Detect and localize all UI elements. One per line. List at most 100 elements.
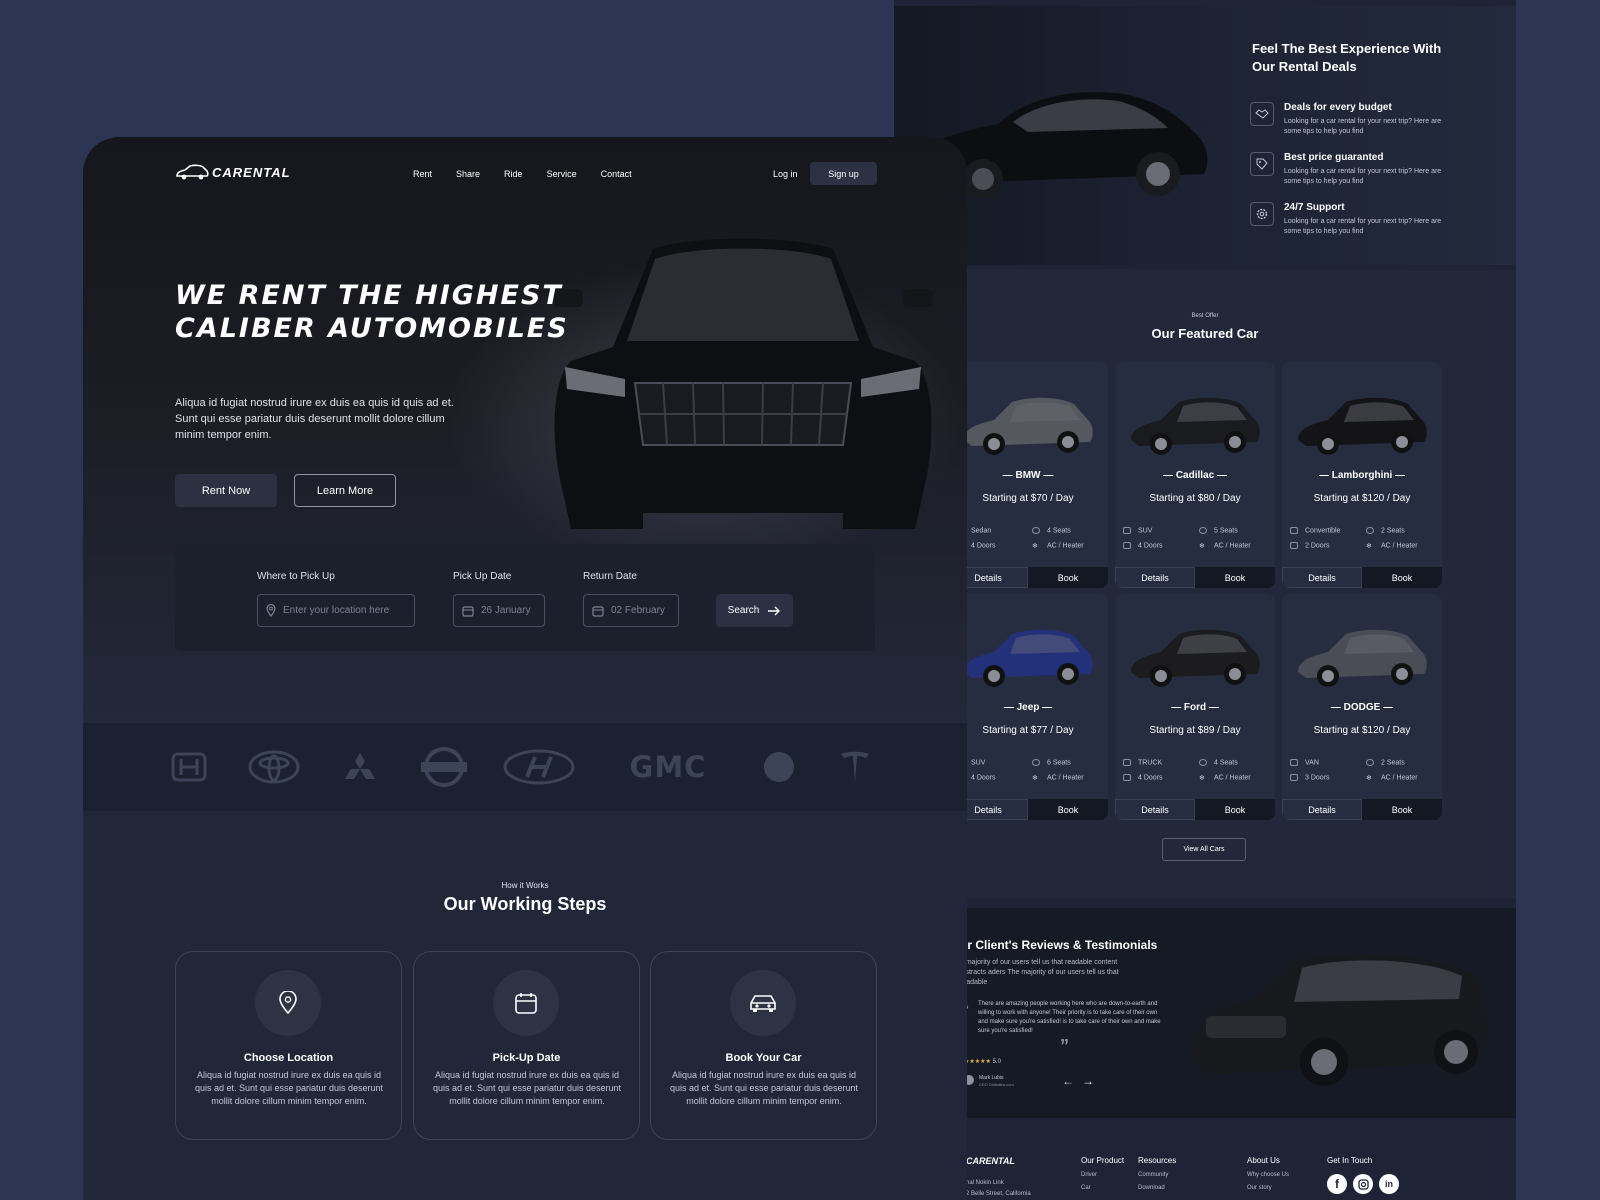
book-button[interactable]: Book [1195,567,1275,588]
next-arrow-icon[interactable]: → [1082,1074,1094,1088]
feature-title: Deals for every budget [1284,102,1392,113]
car-logo-icon [176,164,209,180]
steps-title: Our Working Steps [443,894,607,914]
door-icon [1123,774,1131,781]
footer-link[interactable]: Community [1138,1172,1176,1178]
rent-now-button[interactable]: Rent Now [175,474,277,507]
footer: CARENTAL nal Nokin Link 2 Belle Street, … [894,1120,1516,1200]
booking-search-panel: Where to Pick Up Enter your location her… [175,544,875,651]
car-spec-ac: ❄ AC / Heater [1366,774,1418,782]
car-doors: 4 Doors [971,774,996,782]
testimonials-title: ur Client's Reviews & Testimonials [960,938,1158,952]
car-price: Starting at $70 / Day [982,493,1074,504]
footer-col: About Us Why choose Us Our story [1247,1156,1289,1191]
nav-item-rent[interactable]: Rent [413,169,432,179]
pickup-date-field[interactable]: 26 January [453,594,545,627]
car-name: — BMW — [1002,470,1054,481]
details-button[interactable]: Details [1282,567,1362,588]
nav-item-share[interactable]: Share [456,169,480,179]
seats-icon [1366,527,1374,534]
car-price: Starting at $120 / Day [1313,493,1411,504]
footer-col-title: Our Product [1081,1156,1125,1165]
logo[interactable]: CARENTAL [175,164,291,180]
view-all-cars-button[interactable]: View All Cars [1162,838,1246,861]
car-seats: 6 Seats [1047,759,1071,767]
hero-lead: Aliqua id fugiat nostrud irure ex duis e… [175,397,454,441]
front-page: CARENTAL Rent Share Ride Service Contact… [83,137,967,1200]
calendar-icon [493,970,559,1036]
car-type-icon [1290,527,1298,534]
login-link[interactable]: Log in [773,169,798,179]
car-doors: 4 Doors [1138,542,1163,550]
book-button[interactable]: Book [1362,567,1442,588]
car-spec-seats: 4 Seats [1032,527,1071,534]
footer-col-title: About Us [1247,1156,1280,1165]
return-date-field[interactable]: 02 February [583,594,679,627]
social-links: f in [1327,1174,1399,1194]
testimonials-subtitle: e majority of our users tell us that rea… [960,959,1119,986]
car-price: Starting at $80 / Day [1149,493,1241,504]
logo-text: CARENTAL [212,164,291,180]
toyota-logo-icon [248,750,300,784]
testimonials-section: ur Client's Reviews & Testimonials e maj… [894,908,1516,1118]
book-button[interactable]: Book [1195,799,1275,820]
car-actions: Details Book [1282,567,1442,588]
car-image [1298,397,1427,455]
book-button[interactable]: Book [1362,799,1442,820]
footer-link[interactable]: Why choose Us [1247,1172,1289,1178]
car-seats: 2 Seats [1381,527,1405,535]
instagram-icon[interactable] [1353,1174,1373,1194]
snowflake-icon: ❄ [1199,775,1205,782]
car-doors: 2 Doors [1305,542,1330,550]
learn-more-button[interactable]: Learn More [294,474,396,507]
car-seats: 2 Seats [1381,759,1405,767]
footer-link[interactable]: Our story [1247,1185,1289,1191]
seats-icon [1366,759,1374,766]
linkedin-icon[interactable]: in [1379,1174,1399,1194]
book-button[interactable]: Book [1028,567,1108,588]
feature-title: Best price guaranted [1284,152,1384,163]
facebook-icon[interactable]: f [1327,1174,1347,1194]
nav-item-ride[interactable]: Ride [504,169,523,179]
footer-link[interactable]: Download [1138,1185,1176,1191]
car-actions: Details Book [948,567,1108,588]
map-pin-icon [266,604,276,617]
footer-link[interactable]: Car [1081,1185,1124,1191]
experience-section: Feel The Best Experience With Our Rental… [894,6,1516,265]
door-icon [1290,542,1298,549]
car-price: Starting at $89 / Day [1149,725,1241,736]
step-desc: Aliqua id fugiat nostrud irure ex duis e… [194,1070,384,1106]
step-desc: Aliqua id fugiat nostrud irure ex duis e… [669,1070,859,1106]
featured-cars-section: Best Offer Our Featured Car — BMW — Start… [894,270,1516,898]
feature-desc: Looking for a car rental for your next t… [1284,218,1442,235]
car-ac: AC / Heater [1214,774,1251,782]
testimonial-quote: There are amazing people working here wh… [978,1001,1161,1034]
search-button-label: Search [727,605,760,616]
signup-button[interactable]: Sign up [810,162,877,185]
footer-address: nal Nokin Link [966,1180,1004,1186]
prev-arrow-icon[interactable]: ← [1062,1074,1074,1088]
nav-item-contact[interactable]: Contact [601,169,632,179]
car-name: — Ford — [1171,702,1219,713]
location-input[interactable]: Enter your location here [257,594,415,627]
hero-section: CARENTAL Rent Share Ride Service Contact… [83,137,967,723]
nav-item-service[interactable]: Service [547,169,577,179]
car-type: SUV [971,759,986,767]
snowflake-icon: ❄ [1366,543,1372,550]
search-button[interactable]: Search [716,594,793,627]
details-button[interactable]: Details [1115,799,1195,820]
brand-circle-logo-icon [763,751,795,783]
featured-title: Our Featured Car [1151,326,1259,341]
footer-link[interactable]: Driver [1081,1172,1124,1178]
details-button[interactable]: Details [1115,567,1195,588]
car-card: — BMW — Starting at $70 / Day Sedan 4 Doors… [948,362,1108,588]
step-title: Pick-Up Date [492,1052,561,1064]
book-button[interactable]: Book [1028,799,1108,820]
experience-title: Feel The Best Experience With Our Rental… [1252,41,1442,74]
honda-logo-icon [171,751,207,783]
feature-title: 24/7 Support [1284,202,1345,213]
car-image [964,629,1093,687]
details-button[interactable]: Details [1282,799,1362,820]
mitsubishi-logo-icon [341,751,379,783]
car-actions: Details Book [1115,799,1275,820]
